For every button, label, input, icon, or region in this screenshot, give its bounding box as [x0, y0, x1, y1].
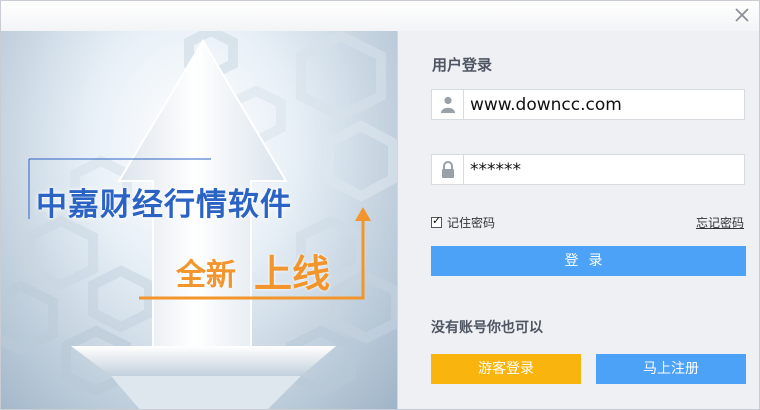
login-button[interactable]: 登录 [431, 246, 746, 276]
password-field-wrapper [431, 154, 745, 185]
remember-label: 记住密码 [447, 216, 496, 230]
checkbox-checked-icon[interactable] [431, 214, 442, 228]
close-button[interactable] [731, 4, 753, 26]
lock-icon [432, 155, 464, 184]
username-field-wrapper [431, 89, 745, 120]
register-button[interactable]: 马上注册 [596, 354, 746, 384]
username-input[interactable] [470, 90, 738, 119]
password-input[interactable] [470, 155, 738, 184]
title-bar [1, 1, 759, 31]
promo-banner: 中嘉财经行情软件 全新 上线 [1, 31, 397, 409]
user-icon [432, 90, 464, 119]
login-window: 中嘉财经行情软件 全新 上线 用户登录 www.downcc.com *****… [0, 0, 760, 410]
login-panel: 用户登录 记住密码 忘记密码 登录 [397, 31, 759, 409]
promo-title: 中嘉财经行情软件 [36, 187, 292, 223]
alternative-options-title: 没有账号你也可以 [431, 320, 543, 336]
forgot-password-link[interactable]: 忘记密码 [696, 214, 744, 231]
promo-subtitle-part2: 上线 [254, 252, 331, 296]
promo-subtitle-part1: 全新 [176, 258, 236, 293]
remember-password-checkbox[interactable]: 记住密码 [431, 214, 495, 231]
guest-login-button[interactable]: 游客登录 [431, 354, 581, 384]
close-icon [735, 8, 749, 22]
login-title: 用户登录 [432, 56, 493, 74]
